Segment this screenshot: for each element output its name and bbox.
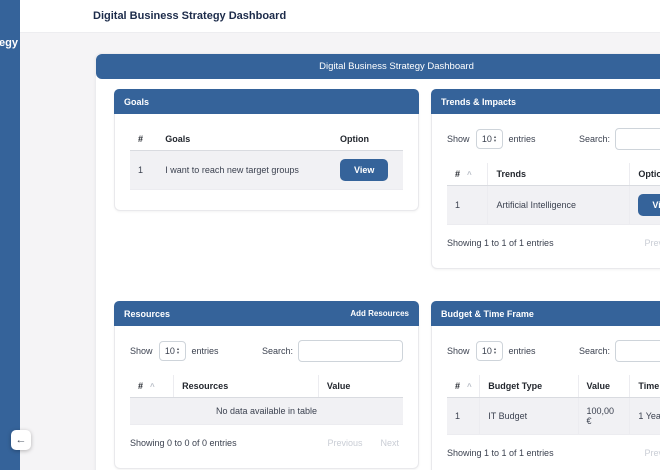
budget-info: Showing 1 to 1 of 1 entries [447, 448, 554, 458]
goals-row-num: 1 [130, 151, 157, 190]
trends-info: Showing 1 to 1 of 1 entries [447, 238, 554, 248]
previous-button[interactable]: Previous [644, 448, 660, 458]
page-size-select[interactable]: 10 ▴▾ [476, 341, 503, 361]
page-size-select[interactable]: 10 ▴▾ [476, 129, 503, 149]
resources-panel-header: Resources Add Resources [114, 301, 419, 326]
sidebar-label: egy [0, 37, 18, 49]
table-row: 1 IT Budget 100,00 € 1 Years [447, 398, 660, 435]
trends-panel-title: Trends & Impacts [441, 97, 516, 107]
budget-panel-body: Show 10 ▴▾ entries Search: [432, 326, 660, 470]
trends-col-num[interactable]: #^ [447, 163, 488, 186]
select-spinner-icon: ▴▾ [177, 347, 179, 355]
budget-col-value[interactable]: Value [578, 375, 630, 398]
trends-view-button[interactable]: View [638, 194, 660, 216]
budget-col-time[interactable]: Time Frame [630, 375, 660, 398]
search-input[interactable] [615, 340, 660, 362]
select-spinner-icon: ▴▾ [494, 347, 496, 355]
page-size-select[interactable]: 10 ▴▾ [159, 341, 186, 361]
show-label: Show [447, 346, 470, 356]
resources-table: #^ Resources Value No data available in … [130, 375, 403, 425]
entries-label: entries [509, 346, 536, 356]
goals-panel-body: # Goals Option 1 I want to reach new tar… [115, 114, 418, 210]
empty-state-text: No data available in table [130, 398, 403, 425]
resources-panel-title: Resources [124, 309, 170, 319]
sort-asc-icon: ^ [467, 382, 472, 391]
show-label: Show [130, 346, 153, 356]
sort-asc-icon: ^ [467, 170, 472, 179]
goals-table: # Goals Option 1 I want to reach new tar… [130, 128, 403, 190]
table-row: 1 Artificial Intelligence View [447, 186, 660, 225]
budget-col-num[interactable]: #^ [447, 375, 480, 398]
trends-col-name[interactable]: Trends [488, 163, 630, 186]
left-sidebar: egy [0, 0, 20, 470]
add-resources-button[interactable]: Add Resources [350, 309, 409, 318]
goals-col-option: Option [332, 128, 403, 151]
search-label: Search: [579, 346, 610, 356]
previous-button[interactable]: Previous [644, 238, 660, 248]
trends-col-option: Option [630, 163, 660, 186]
budget-col-type[interactable]: Budget Type [480, 375, 578, 398]
search-label: Search: [262, 346, 293, 356]
budget-row-type: IT Budget [480, 398, 578, 435]
budget-table: #^ Budget Type Value Time Frame 1 IT Bud… [447, 375, 660, 435]
sort-asc-icon: ^ [150, 382, 155, 391]
search-input[interactable] [615, 128, 660, 150]
resources-col-name[interactable]: Resources [174, 375, 319, 398]
next-button[interactable]: Next [380, 438, 399, 448]
collapse-sidebar-button[interactable]: ← [11, 430, 31, 450]
budget-row-value: 100,00 € [578, 398, 630, 435]
resources-panel: Resources Add Resources Show 10 ▴▾ entri… [114, 301, 419, 469]
trends-panel-body: Show 10 ▴▾ entries Search: [432, 114, 660, 268]
top-header: Digital Business Strategy Dashboard [20, 0, 660, 33]
search-label: Search: [579, 134, 610, 144]
empty-row: No data available in table [130, 398, 403, 425]
dashboard-banner: Digital Business Strategy Dashboard [96, 54, 660, 79]
trends-panel-header: Trends & Impacts [431, 89, 660, 114]
budget-row-num: 1 [447, 398, 480, 435]
goals-panel-title: Goals [124, 97, 149, 107]
trends-row-name: Artificial Intelligence [488, 186, 630, 225]
resources-panel-body: Show 10 ▴▾ entries Search: [115, 326, 418, 468]
goals-panel-header: Goals [114, 89, 419, 114]
goals-col-num: # [130, 128, 157, 151]
entries-label: entries [192, 346, 219, 356]
budget-panel: Budget & Time Frame Show 10 ▴▾ entries [431, 301, 660, 470]
entries-label: entries [509, 134, 536, 144]
show-label: Show [447, 134, 470, 144]
trends-row-num: 1 [447, 186, 488, 225]
banner-title: Digital Business Strategy Dashboard [319, 61, 474, 72]
budget-panel-header: Budget & Time Frame [431, 301, 660, 326]
previous-button[interactable]: Previous [327, 438, 362, 448]
page-title: Digital Business Strategy Dashboard [93, 10, 286, 22]
budget-panel-title: Budget & Time Frame [441, 309, 534, 319]
resources-info: Showing 0 to 0 of 0 entries [130, 438, 237, 448]
goals-view-button[interactable]: View [340, 159, 388, 181]
goals-row-name: I want to reach new target groups [157, 151, 332, 190]
resources-col-value[interactable]: Value [318, 375, 403, 398]
panels-grid: Goals # Goals Option 1 I want to re [96, 79, 660, 470]
goals-panel: Goals # Goals Option 1 I want to re [114, 89, 419, 211]
goals-col-name: Goals [157, 128, 332, 151]
search-input[interactable] [298, 340, 403, 362]
table-row: 1 I want to reach new target groups View [130, 151, 403, 190]
trends-panel: Trends & Impacts Show 10 ▴▾ entries [431, 89, 660, 269]
budget-row-time: 1 Years [630, 398, 660, 435]
trends-table: #^ Trends Option 1 Artificial Intelligen… [447, 163, 660, 225]
select-spinner-icon: ▴▾ [494, 135, 496, 143]
resources-col-num[interactable]: #^ [130, 375, 174, 398]
back-arrow-icon: ← [16, 434, 27, 446]
dashboard-card: Digital Business Strategy Dashboard Goal… [95, 53, 660, 470]
